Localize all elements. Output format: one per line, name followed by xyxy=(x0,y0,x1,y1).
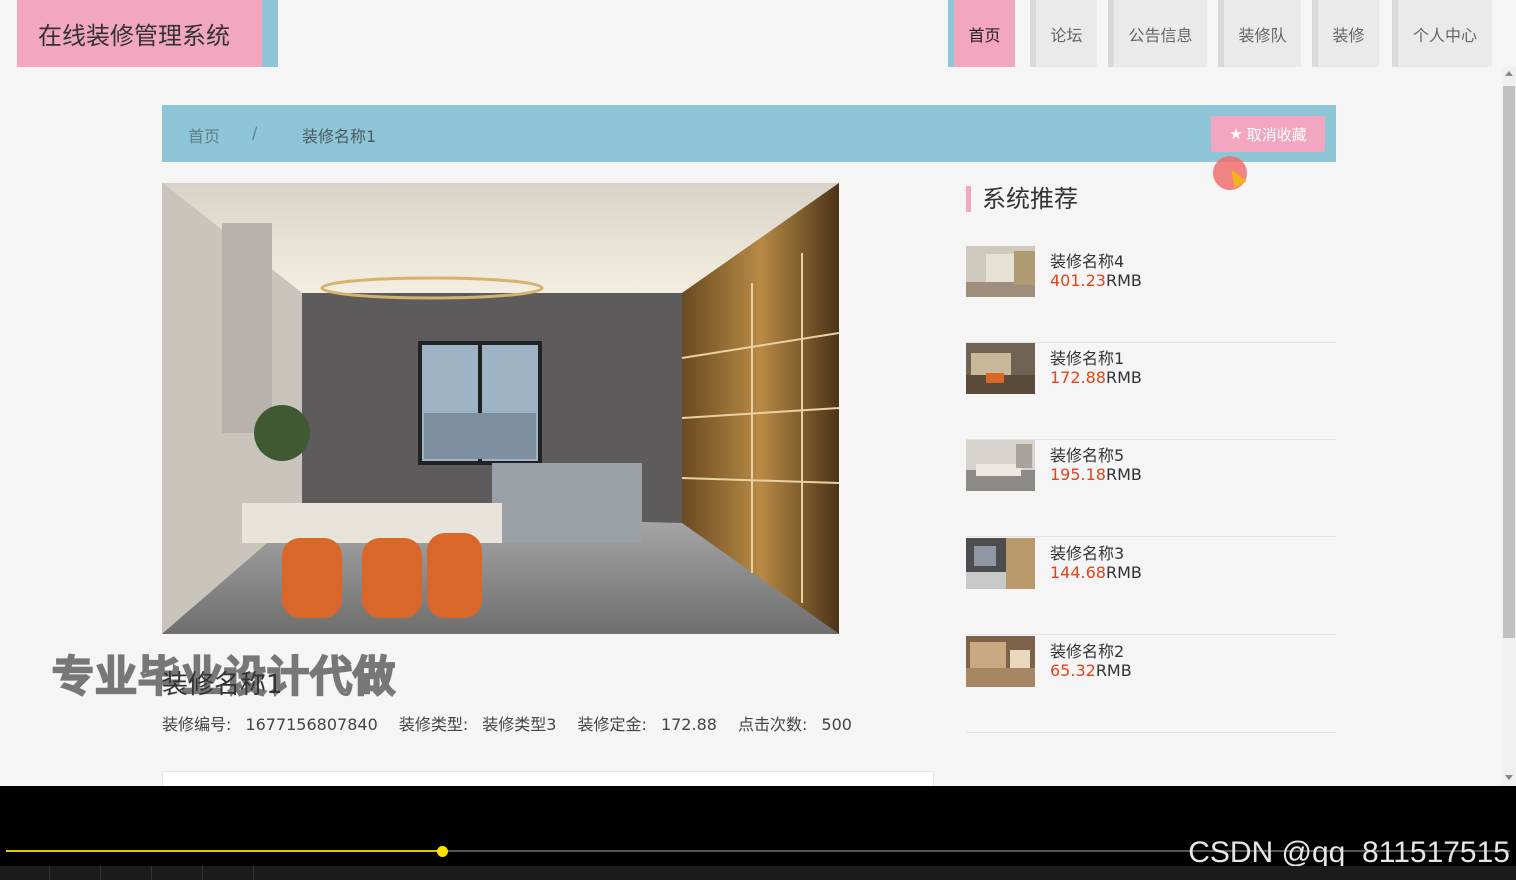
thumbnail-image xyxy=(966,343,1035,394)
breadcrumb-current: 装修名称1 xyxy=(302,127,377,146)
recommend-name[interactable]: 装修名称4 xyxy=(1050,248,1124,272)
breadcrumb-home[interactable]: 首页 xyxy=(188,123,220,147)
cancel-favorite-label: 取消收藏 xyxy=(1246,125,1307,144)
player-button[interactable] xyxy=(204,866,254,880)
meta-clicks-label: 点击次数: xyxy=(738,715,808,734)
nav-personal-center[interactable]: 个人中心 xyxy=(1392,0,1492,67)
scroll-up-arrow-icon[interactable] xyxy=(1505,71,1513,76)
kitchen-photo-illustration xyxy=(162,183,839,634)
breadcrumb: 首页 / 装修名称1 ★ 取消收藏 xyxy=(162,105,1336,162)
thumbnail-image xyxy=(966,246,1035,297)
player-button[interactable] xyxy=(51,866,101,880)
recommend-name[interactable]: 装修名称5 xyxy=(1050,442,1124,466)
renovation-main-photo xyxy=(162,183,839,634)
meta-deposit-label: 装修定金: xyxy=(577,715,647,734)
recommend-thumbnail[interactable] xyxy=(966,538,1035,589)
recommend-name[interactable]: 装修名称2 xyxy=(1050,638,1124,662)
video-player-controls: CSDN @qq_811517515 xyxy=(0,786,1516,880)
recommend-item[interactable]: 装修名称3 144.68RMB xyxy=(966,538,1336,635)
credit-watermark: CSDN @qq_811517515 xyxy=(1188,836,1510,869)
detail-content-card xyxy=(162,771,934,786)
recommend-thumbnail[interactable] xyxy=(966,343,1035,394)
player-button[interactable] xyxy=(0,866,50,880)
thumbnail-image xyxy=(966,538,1035,589)
recommend-thumbnail[interactable] xyxy=(966,440,1035,491)
detail-title: 装修名称1 xyxy=(162,670,283,700)
page-scrollbar-thumb[interactable] xyxy=(1503,86,1515,638)
nav-announcements[interactable]: 公告信息 xyxy=(1108,0,1207,67)
browser-viewport: 在线装修管理系统 首页 论坛 公告信息 装修队 装修 个人中心 首页 / 装修名… xyxy=(0,0,1516,786)
site-logo[interactable]: 在线装修管理系统 xyxy=(17,0,278,67)
recommend-thumbnail[interactable] xyxy=(966,246,1035,297)
nav-forum[interactable]: 论坛 xyxy=(1030,0,1097,67)
recommend-thumbnail[interactable] xyxy=(966,636,1035,687)
meta-clicks-value: 500 xyxy=(821,715,852,734)
thumbnail-image xyxy=(966,636,1035,687)
nav-renovation-team[interactable]: 装修队 xyxy=(1218,0,1301,67)
video-seek-handle[interactable] xyxy=(437,846,449,857)
recommend-price: 172.88RMB xyxy=(1050,368,1142,387)
player-button[interactable] xyxy=(153,866,203,880)
detail-meta: 装修编号: 1677156807840 装修类型: 装修类型3 装修定金: 172.8… xyxy=(162,711,868,735)
meta-deposit-value: 172.88 xyxy=(660,715,717,734)
recommend-price: 144.68RMB xyxy=(1050,563,1142,582)
player-button[interactable] xyxy=(102,866,152,880)
meta-type-value: 装修类型3 xyxy=(482,715,557,734)
recommend-item[interactable]: 装修名称2 65.32RMB xyxy=(966,636,1336,733)
nav-home[interactable]: 首页 xyxy=(948,0,1015,67)
video-seek-progress xyxy=(6,850,443,852)
recommend-item[interactable]: 装修名称5 195.18RMB xyxy=(966,440,1336,537)
recommend-item[interactable]: 装修名称1 172.88RMB xyxy=(966,343,1336,440)
meta-id-label: 装修编号: xyxy=(162,715,232,734)
meta-id-value: 1677156807840 xyxy=(245,715,378,734)
scroll-down-arrow-icon[interactable] xyxy=(1505,775,1513,780)
breadcrumb-separator: / xyxy=(252,123,258,142)
recommend-price: 401.23RMB xyxy=(1050,271,1142,290)
meta-type-label: 装修类型: xyxy=(398,715,469,734)
nav-renovation[interactable]: 装修 xyxy=(1312,0,1379,67)
recommend-price: 65.32RMB xyxy=(1050,661,1132,680)
thumbnail-image xyxy=(966,440,1035,491)
recommend-item[interactable]: 装修名称4 401.23RMB xyxy=(966,246,1336,343)
recommend-name[interactable]: 装修名称3 xyxy=(1050,540,1124,564)
recommend-heading: 系统推荐 xyxy=(966,186,1078,212)
cancel-favorite-button[interactable]: ★ 取消收藏 xyxy=(1211,116,1325,152)
star-icon: ★ xyxy=(1229,125,1243,143)
recommend-name[interactable]: 装修名称1 xyxy=(1050,345,1124,369)
recommend-price: 195.18RMB xyxy=(1050,465,1142,484)
